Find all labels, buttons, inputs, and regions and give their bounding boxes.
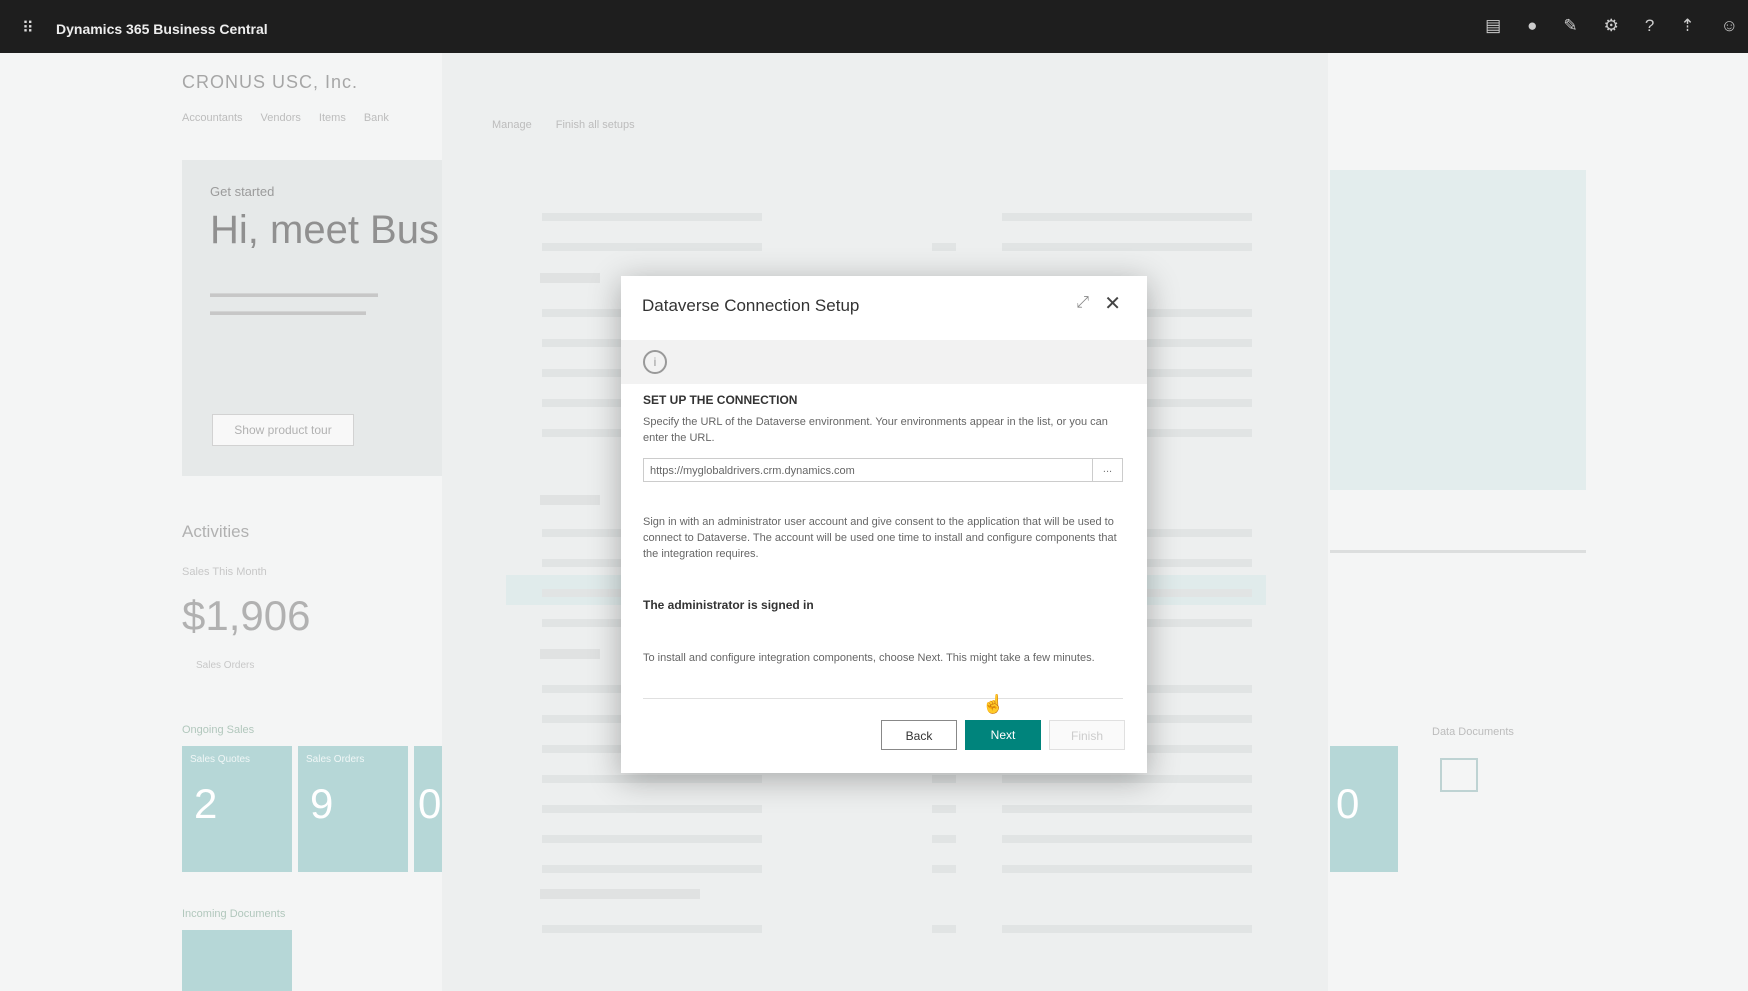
app-launcher-icon[interactable]: ⠿ [22,18,34,38]
environment-url-field[interactable]: https://myglobaldrivers.crm.dynamics.com [643,458,1093,482]
dialog-divider [643,698,1123,699]
dialog-title: Dataverse Connection Setup [642,296,860,315]
back-button[interactable]: Back [881,720,957,750]
chat-icon[interactable]: ✎ [1563,16,1577,36]
install-text: To install and configure integration com… [643,652,1095,664]
admin-signed-in-label: The administrator is signed in [643,598,814,612]
intro-text: Specify the URL of the Dataverse environ… [643,416,1108,444]
info-icon: i [643,350,667,374]
share-icon[interactable]: ⇡ [1680,16,1694,36]
finish-button[interactable]: Finish [1049,720,1125,750]
app-topbar: ⠿ Dynamics 365 Business Central ▤ ● ✎ ⚙ … [0,0,1748,53]
section-title: SET UP THE CONNECTION [643,393,798,407]
expand-icon[interactable]: ⤢ [1076,294,1089,312]
mouse-cursor-icon: ☝ [982,694,1005,714]
app-name: Dynamics 365 Business Central [56,21,268,37]
url-lookup-button[interactable]: ... [1093,458,1123,482]
help-icon[interactable]: ? [1645,16,1654,36]
topbar-icons: ▤ ● ✎ ⚙ ? ⇡ ☺ [1485,16,1738,36]
next-button[interactable]: Next [965,720,1041,750]
document-icon[interactable]: ▤ [1485,16,1501,36]
dialog-banner: i [621,340,1147,384]
bell-icon[interactable]: ● [1527,16,1537,36]
settings-icon[interactable]: ⚙ [1604,16,1619,36]
close-icon[interactable]: ✕ [1104,291,1121,316]
dataverse-setup-dialog: Dataverse Connection Setup ⤢ ✕ i SET UP … [621,276,1147,773]
admin-text: Sign in with an administrator user accou… [643,516,1117,560]
user-icon[interactable]: ☺ [1721,16,1738,36]
